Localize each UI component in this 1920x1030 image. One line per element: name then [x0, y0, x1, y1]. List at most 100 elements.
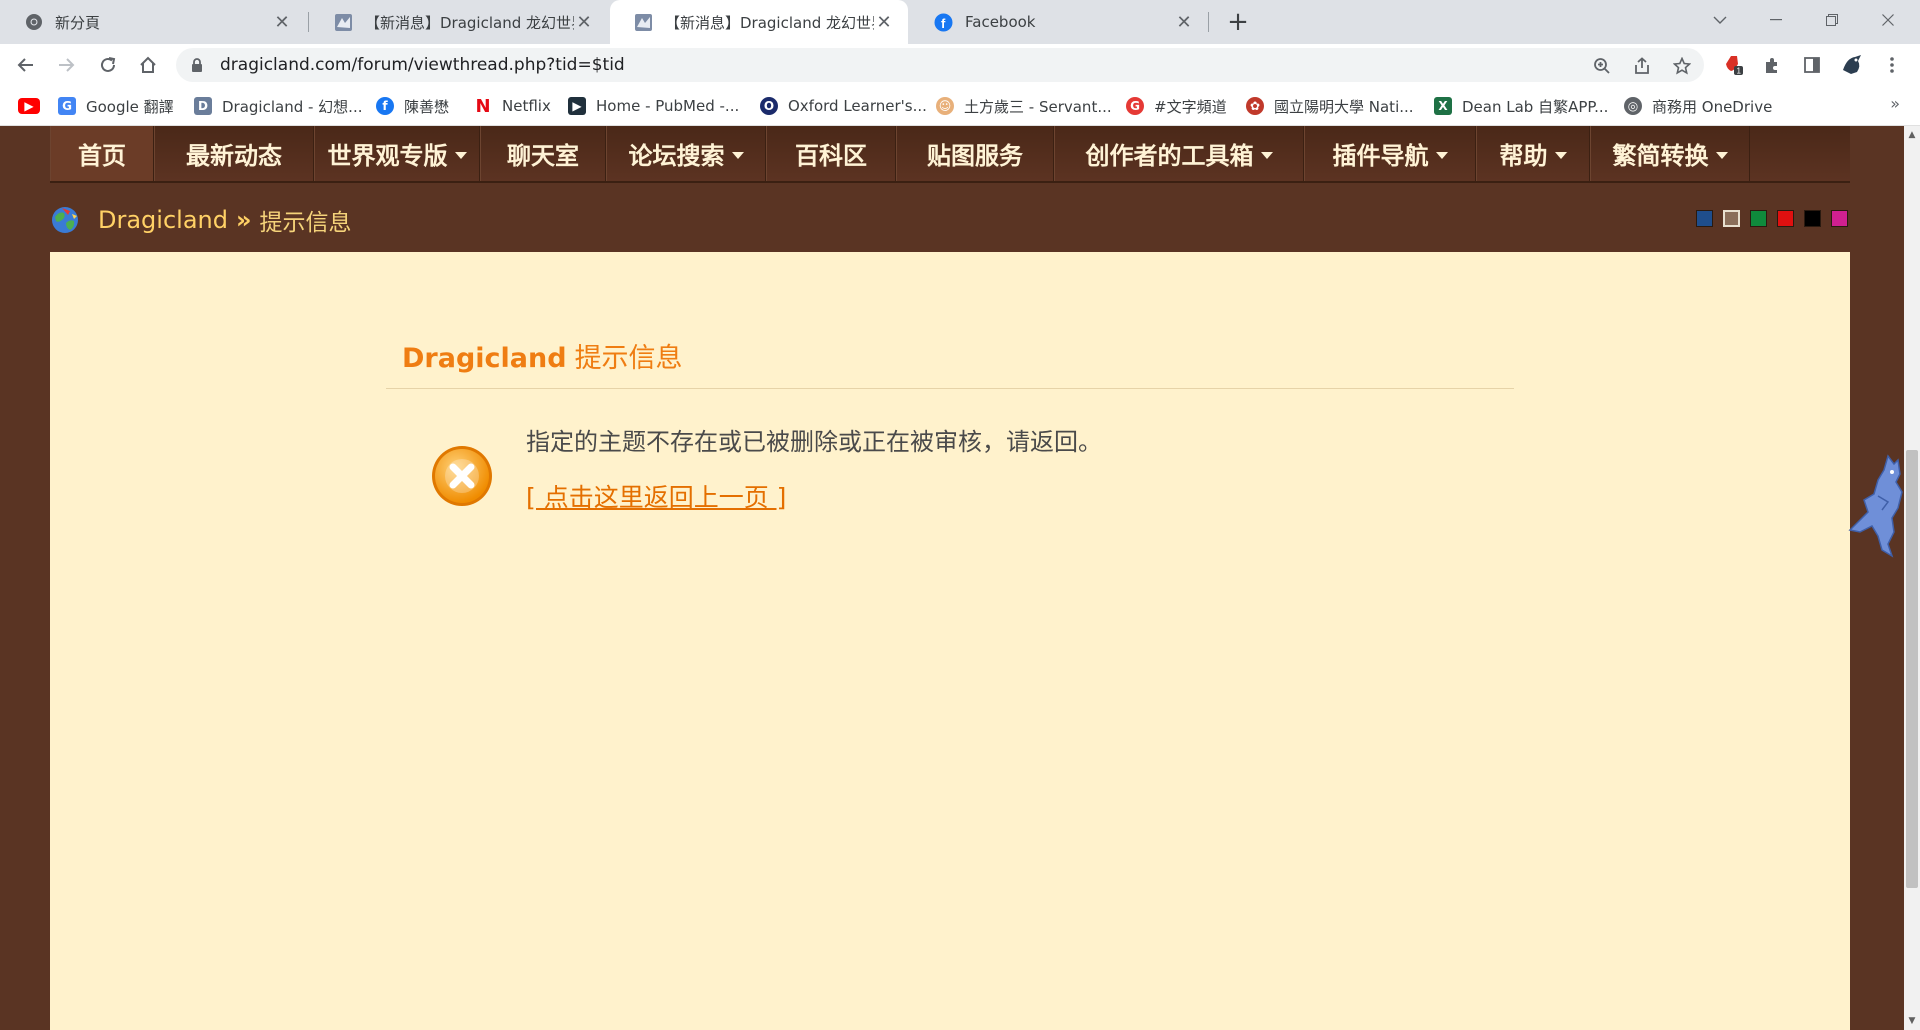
- nav-label: 世界观专版: [327, 142, 448, 170]
- lock-icon[interactable]: [190, 57, 204, 73]
- chrome-icon: [24, 13, 43, 32]
- nav-label: 论坛搜索: [628, 142, 725, 170]
- minimize-button[interactable]: [1748, 0, 1804, 40]
- star-icon[interactable]: [1670, 54, 1694, 78]
- theme-swatch-pink[interactable]: [1831, 210, 1848, 227]
- scrollbar-thumb[interactable]: [1906, 450, 1918, 888]
- university-icon: ✿: [1246, 97, 1264, 115]
- nav-label: 聊天室: [507, 142, 579, 170]
- arrow-right-icon: [59, 58, 75, 72]
- bookmark-dragicland[interactable]: D Dragicland - 幻想...: [194, 94, 363, 118]
- nav-item-creator-tools[interactable]: 创作者的工具箱: [1054, 126, 1304, 181]
- notice-message: 指定的主题不存在或已被删除或正在被审核，请返回。: [526, 428, 1102, 456]
- bookmark-google-translate[interactable]: G Google 翻譯: [58, 94, 174, 118]
- svg-text:1: 1: [1737, 67, 1742, 76]
- nav-label: 创作者的工具箱: [1085, 142, 1254, 170]
- theme-swatch-red[interactable]: [1777, 210, 1794, 227]
- tab-new-tab[interactable]: 新分頁 ✕: [0, 0, 306, 44]
- bookmark-university[interactable]: ✿ 國立陽明大學 Nati...: [1246, 94, 1414, 118]
- theme-color-picker: [1696, 210, 1858, 227]
- bookmark-oxford[interactable]: O Oxford Learner's...: [760, 94, 927, 118]
- address-bar[interactable]: dragicland.com/forum/viewthread.php?tid=…: [176, 48, 1704, 82]
- nav-item-plugins[interactable]: 插件导航: [1304, 126, 1476, 181]
- notice-panel: Dragicland 提示信息 指定的主题不存在或已被删除或正在被审核，请返回。 …: [50, 252, 1850, 1030]
- profile-avatar-icon[interactable]: [1836, 49, 1868, 81]
- theme-swatch-brown[interactable]: [1723, 210, 1740, 227]
- nav-item-wiki[interactable]: 百科区: [766, 126, 896, 181]
- bookmark-label: Netflix: [502, 97, 551, 115]
- bookmarks-overflow-button[interactable]: »: [1890, 94, 1900, 113]
- theme-swatch-blue[interactable]: [1696, 210, 1713, 227]
- restore-button[interactable]: [1804, 0, 1860, 40]
- close-window-button[interactable]: [1860, 0, 1916, 40]
- caret-down-icon: [1715, 152, 1728, 159]
- tab-facebook[interactable]: f Facebook ✕: [910, 0, 1208, 44]
- home-button[interactable]: [132, 49, 164, 81]
- share-icon[interactable]: [1630, 54, 1654, 78]
- dragon-mascot-icon[interactable]: [1848, 452, 1904, 560]
- nav-item-convert[interactable]: 繁简转换: [1590, 126, 1750, 181]
- bookmark-discord-channel[interactable]: G #文字頻道: [1126, 94, 1227, 118]
- page-scrollbar[interactable]: ▲ ▼: [1904, 126, 1920, 1030]
- bookmark-pubmed[interactable]: ▶ Home - PubMed -...: [568, 94, 739, 118]
- facebook-icon: f: [376, 97, 394, 115]
- bookmark-facebook-profile[interactable]: f 陳善懋: [376, 94, 449, 118]
- theme-swatch-black[interactable]: [1804, 210, 1821, 227]
- scroll-down-arrow-icon[interactable]: ▼: [1904, 1016, 1920, 1026]
- breadcrumb-site-link[interactable]: Dragicland: [98, 206, 228, 234]
- nav-item-home[interactable]: 首页: [50, 126, 154, 181]
- tab-dragicland-1[interactable]: 【新消息】Dragicland 龙幻世界 ✕: [310, 0, 608, 44]
- zoom-icon[interactable]: [1590, 54, 1614, 78]
- pubmed-icon: ▶: [568, 97, 586, 115]
- tab-divider: [1208, 12, 1209, 32]
- caret-down-icon: [1435, 152, 1448, 159]
- forward-button[interactable]: [50, 49, 82, 81]
- tab-dragicland-2[interactable]: 【新消息】Dragicland 龙幻世界 ✕: [610, 0, 908, 44]
- nav-label: 百科区: [795, 142, 867, 170]
- nav-label: 插件导航: [1332, 142, 1429, 170]
- tab-close-icon[interactable]: ✕: [874, 12, 894, 33]
- reload-icon: [101, 57, 116, 72]
- bookmark-label: 土方歲三 - Servant...: [964, 97, 1112, 116]
- bookmark-netflix[interactable]: N Netflix: [474, 94, 551, 118]
- extensions-puzzle-icon[interactable]: [1756, 49, 1788, 81]
- new-tab-button[interactable]: +: [1222, 6, 1254, 38]
- nav-label: 贴图服务: [927, 142, 1023, 170]
- tab-search-button[interactable]: [1692, 0, 1748, 40]
- bookmark-onedrive[interactable]: ◎ 商務用 OneDrive: [1624, 94, 1772, 118]
- servant-icon: ☺: [936, 97, 954, 115]
- globe-icon[interactable]: [50, 205, 80, 235]
- theme-swatch-green[interactable]: [1750, 210, 1767, 227]
- nav-item-latest[interactable]: 最新动态: [154, 126, 314, 181]
- tab-title: 【新消息】Dragicland 龙幻世界: [365, 13, 574, 32]
- caret-down-icon: [1554, 152, 1567, 159]
- scroll-up-arrow-icon[interactable]: ▲: [1904, 130, 1920, 140]
- go-back-link[interactable]: [ 点击这里返回上一页 ]: [526, 478, 786, 514]
- bookmark-servant[interactable]: ☺ 土方歲三 - Servant...: [936, 94, 1112, 118]
- dragicland-icon: [334, 13, 353, 32]
- back-button[interactable]: [10, 49, 42, 81]
- bookmark-label: Oxford Learner's...: [788, 97, 927, 115]
- tab-close-icon[interactable]: ✕: [1174, 12, 1194, 33]
- nav-item-search[interactable]: 论坛搜索: [606, 126, 766, 181]
- nav-item-worldview[interactable]: 世界观专版: [314, 126, 480, 181]
- nav-item-chatroom[interactable]: 聊天室: [480, 126, 606, 181]
- breadcrumb-separator: »: [235, 206, 252, 234]
- bookmark-dean-lab[interactable]: X Dean Lab 自繁APP...: [1434, 94, 1608, 118]
- nav-item-image-hosting[interactable]: 贴图服务: [896, 126, 1054, 181]
- extension-shield-icon[interactable]: 1: [1718, 49, 1750, 81]
- more-menu-icon[interactable]: [1876, 49, 1908, 81]
- tab-title: 新分頁: [55, 13, 101, 32]
- url-text[interactable]: dragicland.com/forum/viewthread.php?tid=…: [220, 55, 625, 75]
- bookmark-label: Dragicland - 幻想...: [222, 97, 363, 116]
- bookmark-youtube[interactable]: ▶: [18, 94, 50, 118]
- dragicland-icon: D: [194, 97, 212, 115]
- reload-button[interactable]: [92, 49, 124, 81]
- globe-icon: ◎: [1624, 97, 1642, 115]
- tab-close-icon[interactable]: ✕: [272, 12, 292, 33]
- side-panel-icon[interactable]: [1796, 49, 1828, 81]
- google-translate-icon: G: [58, 97, 76, 115]
- tab-close-icon[interactable]: ✕: [574, 12, 594, 33]
- nav-item-help[interactable]: 帮助: [1476, 126, 1590, 181]
- notice-title-brand: Dragicland: [402, 343, 567, 374]
